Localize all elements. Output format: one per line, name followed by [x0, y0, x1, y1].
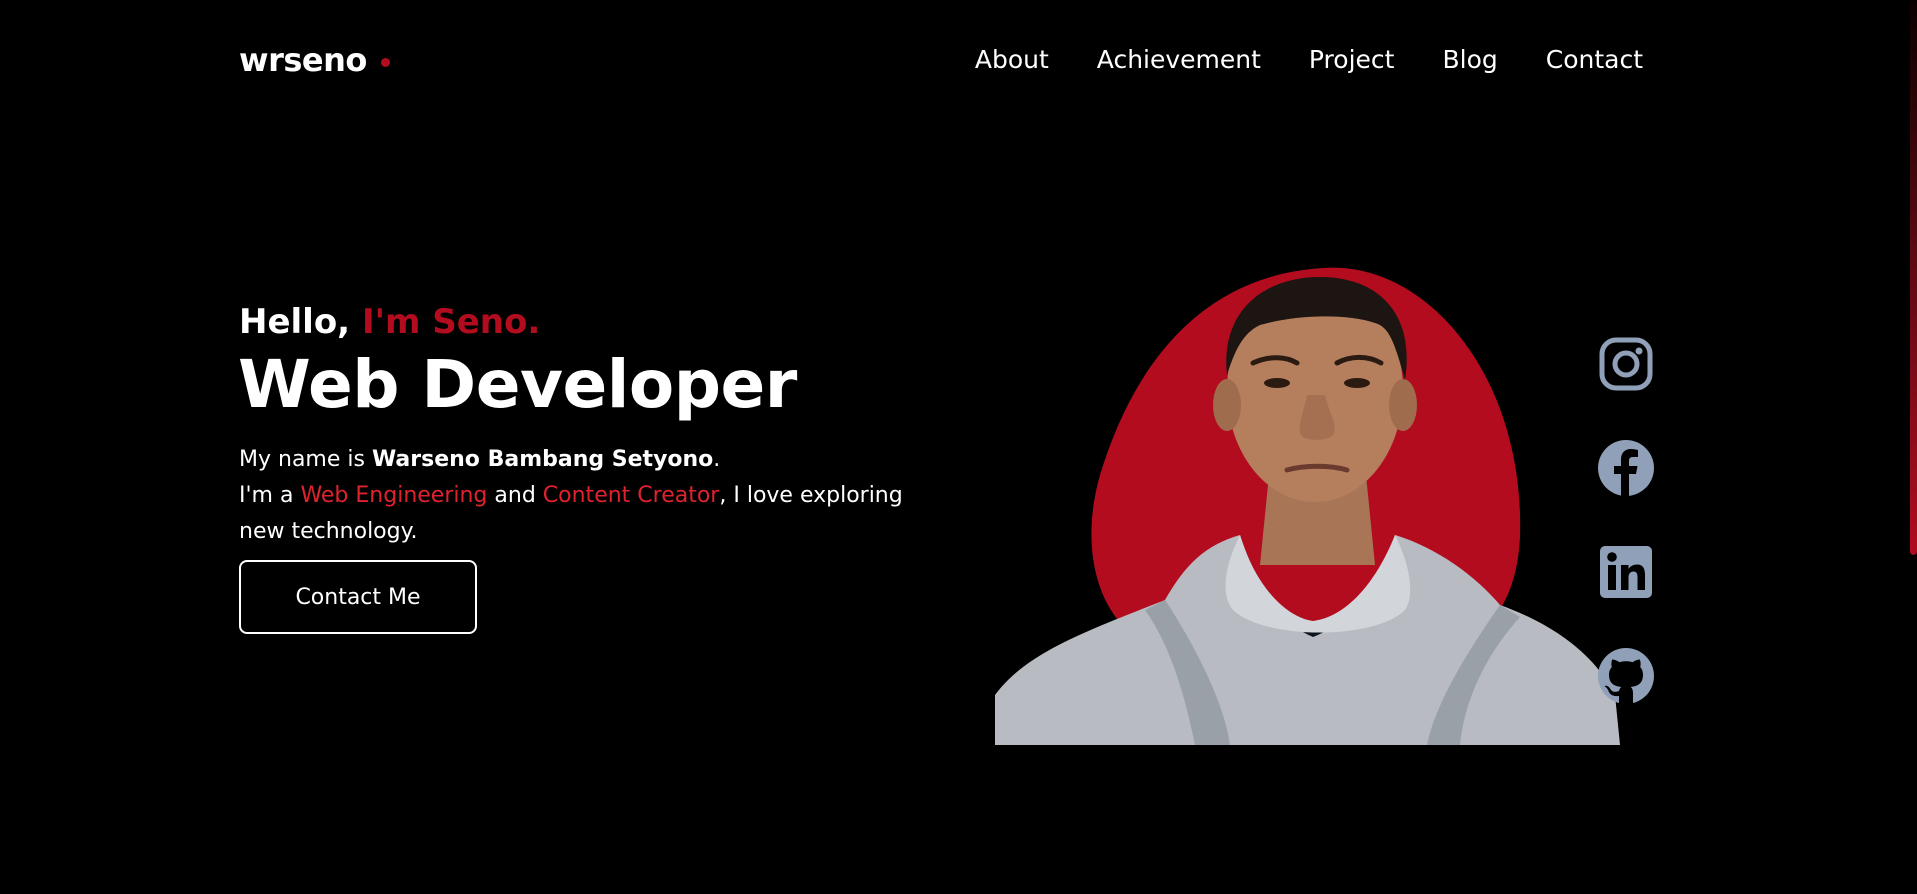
nav-item-contact[interactable]: Contact: [1546, 40, 1643, 80]
logo-dot: [380, 57, 390, 67]
role-web-engineering: Web Engineering: [300, 483, 488, 508]
logo-text: wrseno: [239, 41, 367, 79]
intro-prefix: My name is: [239, 447, 372, 472]
full-name: Warseno Bambang Setyono: [371, 447, 714, 472]
main-nav: About Achievement Project Blog Contact: [975, 40, 1643, 80]
greeting-prefix: Hello,: [239, 302, 362, 342]
instagram-icon[interactable]: [1596, 334, 1656, 394]
hero-intro: My name is Warseno Bambang Setyono. I'm …: [239, 442, 939, 550]
site-logo[interactable]: wrseno: [239, 38, 390, 82]
nav-item-about[interactable]: About: [975, 40, 1049, 80]
intro-conjunction: and: [487, 483, 543, 508]
nav-item-project[interactable]: Project: [1309, 40, 1395, 80]
intro-period: .: [713, 447, 721, 472]
github-icon[interactable]: [1596, 646, 1656, 706]
nav-item-achievement[interactable]: Achievement: [1097, 40, 1261, 80]
intro-role-prefix: I'm a: [239, 483, 301, 508]
page-scrollbar[interactable]: [1907, 0, 1917, 894]
portrait-photo: [995, 267, 1620, 745]
hero-greeting: Hello, I'm Seno.: [239, 299, 540, 345]
hero-title: Web Developer: [238, 346, 797, 423]
nav-item-blog[interactable]: Blog: [1442, 40, 1497, 80]
scrollbar-thumb[interactable]: [1910, 0, 1917, 555]
facebook-icon[interactable]: [1596, 438, 1656, 498]
contact-me-button[interactable]: Contact Me: [239, 560, 477, 634]
greeting-name: I'm Seno.: [361, 302, 541, 342]
linkedin-icon[interactable]: [1596, 542, 1656, 602]
page: wrseno About Achievement Project Blog Co…: [0, 0, 1917, 894]
role-content-creator: Content Creator: [542, 483, 720, 508]
